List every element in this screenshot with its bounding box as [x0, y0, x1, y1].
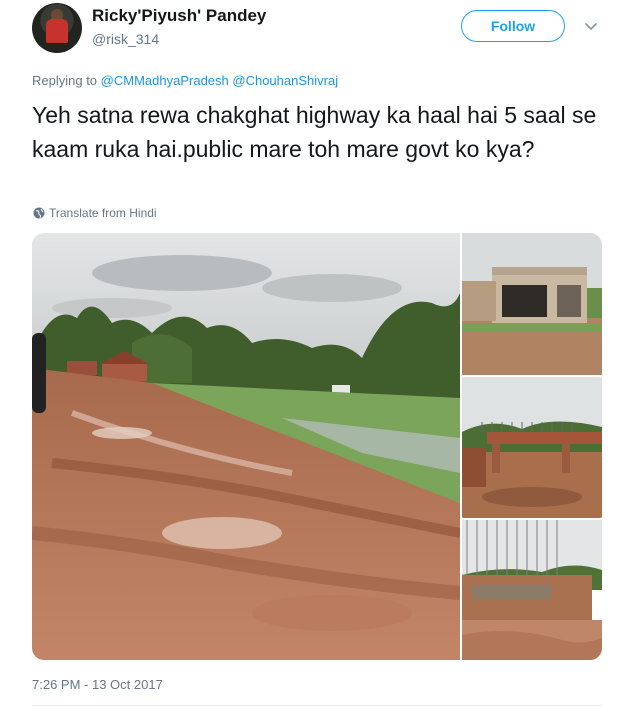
translate-link[interactable]: Translate from Hindi — [33, 206, 157, 220]
replying-to: Replying to @CMMadhyaPradesh @ChouhanShi… — [32, 73, 338, 88]
translate-label: Translate from Hindi — [49, 206, 157, 220]
display-name[interactable]: Ricky'Piyush' Pandey — [92, 6, 266, 26]
globe-icon — [33, 207, 45, 219]
user-handle[interactable]: @risk_314 — [92, 31, 159, 47]
unfinished-bridge-photo-2[interactable] — [462, 377, 602, 518]
unfinished-bridge-photo-3[interactable] — [462, 520, 602, 660]
unfinished-bridge-photo-1[interactable] — [462, 233, 602, 375]
avatar[interactable] — [32, 3, 82, 53]
avatar-shirt — [46, 19, 68, 43]
tweet-timestamp[interactable]: 7:26 PM - 13 Oct 2017 — [32, 677, 163, 692]
divider — [32, 705, 602, 706]
mention-link-chouhan[interactable]: @ChouhanShivraj — [232, 73, 338, 88]
follow-button[interactable]: Follow — [461, 10, 565, 42]
mention-link-cm[interactable]: @CMMadhyaPradesh — [101, 73, 229, 88]
muddy-road-photo[interactable] — [32, 233, 460, 660]
replying-to-label: Replying to — [32, 73, 98, 88]
chevron-down-icon[interactable] — [583, 18, 599, 34]
tweet-text: Yeh satna rewa chakghat highway ka haal … — [32, 102, 597, 162]
